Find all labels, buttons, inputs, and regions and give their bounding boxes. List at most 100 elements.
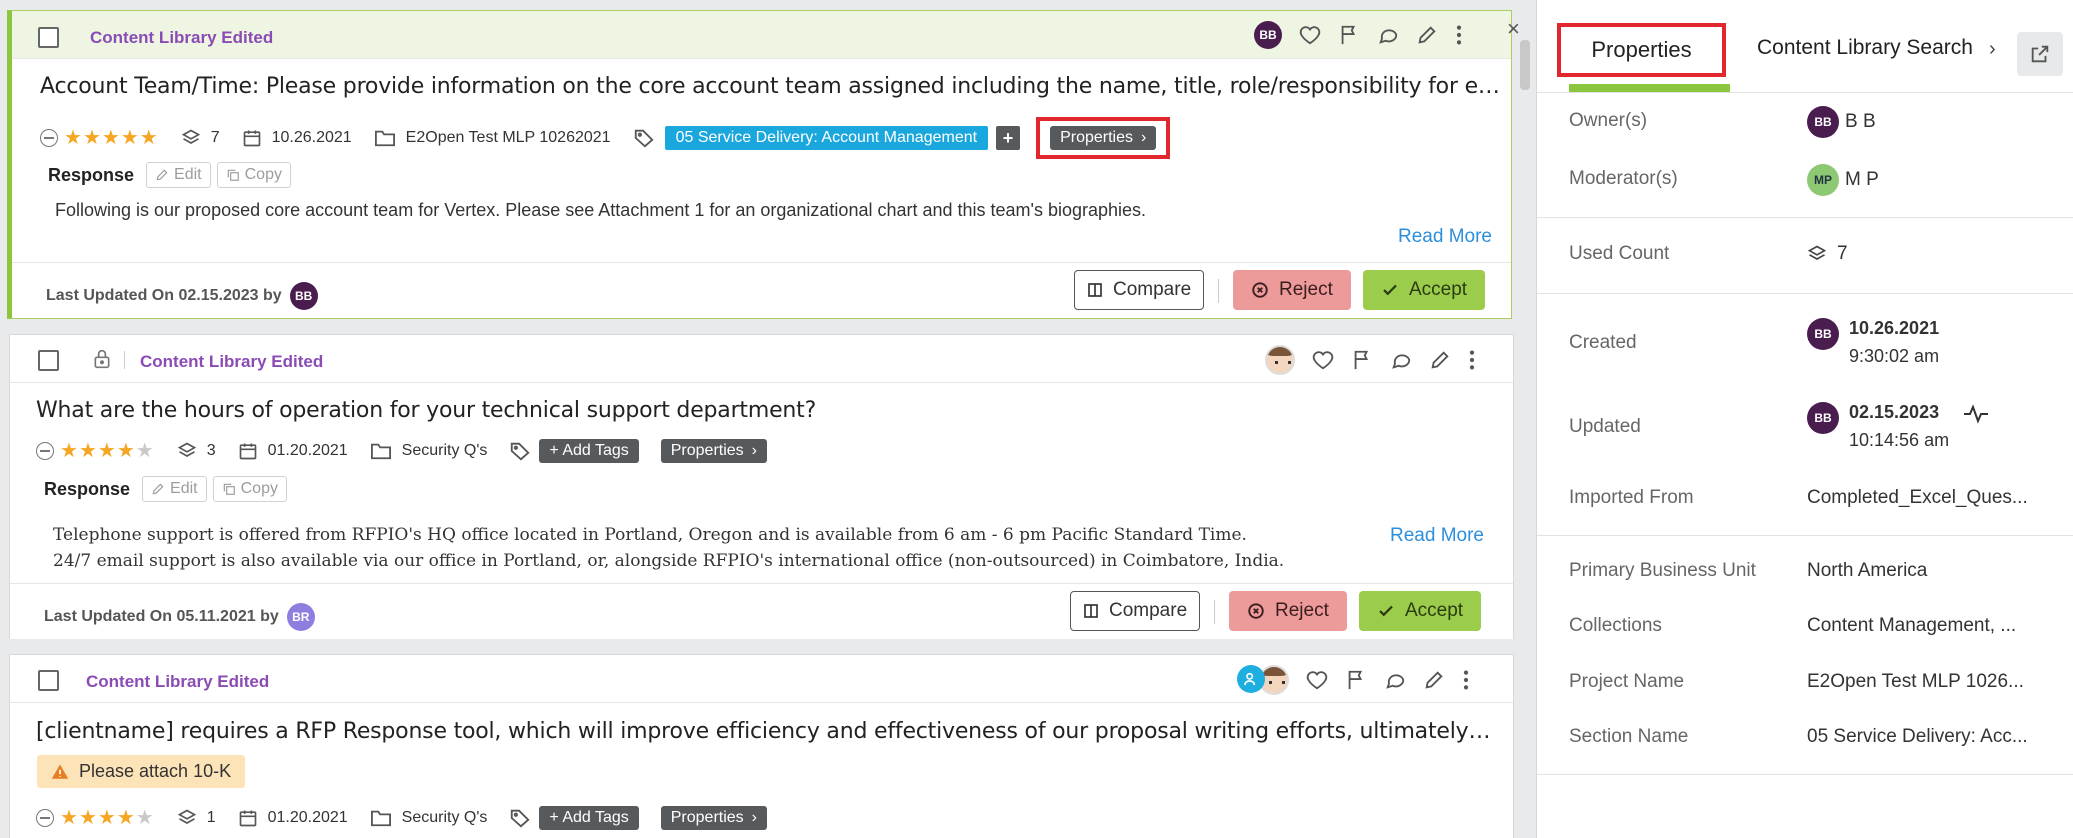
comment-icon[interactable]	[1390, 349, 1412, 371]
question-title[interactable]: What are the hours of operation for your…	[36, 398, 1496, 423]
rating[interactable]: ★ ★ ★ ★ ★	[36, 441, 155, 461]
reject-button[interactable]: Reject	[1233, 270, 1351, 310]
star-icon[interactable]: ★	[140, 128, 158, 148]
select-checkbox[interactable]	[38, 350, 59, 371]
card-header: Content Library Edited BB	[12, 11, 1511, 59]
comment-icon[interactable]	[1384, 669, 1406, 691]
project-folder[interactable]: E2Open Test MLP 10262021	[374, 128, 611, 148]
close-panel-button[interactable]: ×	[1507, 16, 1520, 42]
star-icon[interactable]: ★	[79, 808, 97, 828]
activity-icon[interactable]	[1963, 404, 1989, 424]
prop-value[interactable]: Content Management, ...	[1807, 615, 2043, 637]
heart-icon[interactable]	[1312, 349, 1334, 371]
tab-content-library-search[interactable]: Content Library Search	[1757, 36, 1980, 60]
properties-button[interactable]: Properties ›	[1050, 126, 1157, 150]
tab-properties[interactable]: Properties	[1557, 23, 1726, 77]
edit-button[interactable]: Edit	[142, 476, 207, 502]
star-icon[interactable]: ★	[64, 128, 82, 148]
comment-icon[interactable]	[1377, 24, 1399, 46]
x-circle-icon	[1248, 603, 1264, 619]
chevron-right-icon: ›	[1140, 129, 1147, 146]
user-avatar-group[interactable]	[1237, 665, 1289, 695]
content-card-1[interactable]: Content Library Edited BB Account Team/T…	[7, 10, 1512, 319]
add-tags-button[interactable]: + Add Tags	[539, 806, 639, 830]
star-icon[interactable]: ★	[98, 441, 116, 461]
flag-icon[interactable]	[1338, 24, 1360, 46]
edit-button[interactable]: Edit	[146, 162, 211, 188]
flag-icon[interactable]	[1351, 349, 1373, 371]
star-icon[interactable]: ★	[117, 441, 135, 461]
project-folder[interactable]: Security Q's	[370, 441, 487, 461]
more-vertical-icon[interactable]	[1455, 24, 1463, 46]
rating[interactable]: ★ ★ ★ ★ ★	[40, 128, 159, 148]
lock-icon	[92, 348, 112, 370]
read-more-link[interactable]: Read More	[1390, 525, 1484, 547]
minus-circle-icon[interactable]	[40, 129, 58, 147]
question-title[interactable]: Account Team/Time: Please provide inform…	[40, 74, 1500, 99]
star-icon[interactable]: ★	[83, 128, 101, 148]
creator-avatar: BB	[1807, 318, 1839, 350]
accept-button[interactable]: Accept	[1363, 270, 1486, 310]
response-text: Telephone support is offered from RFPIO'…	[53, 522, 1284, 574]
more-vertical-icon[interactable]	[1462, 669, 1470, 691]
pencil-icon[interactable]	[1416, 24, 1438, 46]
add-tags-button[interactable]: + Add Tags	[539, 439, 639, 463]
prop-value[interactable]: 05 Service Delivery: Acc...	[1807, 726, 2043, 748]
read-more-link[interactable]: Read More	[1398, 226, 1492, 248]
content-card-2[interactable]: Content Library Edited What are the hour…	[9, 334, 1514, 639]
add-tag-button[interactable]: +	[996, 126, 1021, 150]
star-icon[interactable]: ★	[136, 808, 154, 828]
prop-value[interactable]: MP M P	[1807, 164, 2043, 196]
calendar-icon	[239, 810, 256, 827]
accept-button[interactable]: Accept	[1359, 591, 1482, 631]
minus-circle-icon[interactable]	[36, 442, 54, 460]
star-icon[interactable]: ★	[60, 808, 78, 828]
star-icon[interactable]: ★	[102, 128, 120, 148]
calendar-icon	[239, 443, 256, 460]
pencil-icon[interactable]	[1429, 349, 1451, 371]
star-icon[interactable]: ★	[136, 441, 154, 461]
star-icon[interactable]: ★	[117, 808, 135, 828]
properties-button[interactable]: Properties ›	[660, 439, 767, 463]
layers-icon	[177, 442, 196, 457]
minus-circle-icon[interactable]	[36, 809, 54, 827]
prop-value[interactable]: BB B B	[1807, 106, 2043, 138]
star-icon[interactable]: ★	[98, 808, 116, 828]
copy-button[interactable]: Copy	[216, 162, 291, 188]
content-card-3[interactable]: Content Library Edited [clientname] requ…	[9, 654, 1514, 838]
compare-button[interactable]: Compare	[1070, 591, 1201, 631]
chevron-right-icon[interactable]: ›	[1989, 38, 1996, 61]
select-checkbox[interactable]	[38, 670, 59, 691]
updater-avatar[interactable]: BB	[289, 282, 318, 310]
user-avatar[interactable]	[1265, 345, 1295, 375]
copy-button[interactable]: Copy	[212, 476, 287, 502]
layers-icon	[1807, 245, 1827, 260]
tag-chip[interactable]: 05 Service Delivery: Account Management	[664, 126, 989, 150]
divider	[1537, 535, 2073, 536]
project-folder[interactable]: Security Q's	[370, 808, 487, 828]
share-button[interactable]	[2017, 32, 2063, 76]
heart-icon[interactable]	[1306, 669, 1328, 691]
prop-value[interactable]: E2Open Test MLP 1026...	[1807, 671, 2043, 693]
star-icon[interactable]: ★	[121, 128, 139, 148]
rating[interactable]: ★ ★ ★ ★ ★	[36, 808, 155, 828]
pencil-icon[interactable]	[1423, 669, 1445, 691]
star-icon[interactable]: ★	[60, 441, 78, 461]
owner-avatar[interactable]: BB	[1254, 21, 1282, 49]
divider	[1537, 92, 2073, 93]
chevron-right-icon: ›	[751, 809, 757, 826]
compare-button[interactable]: Compare	[1074, 270, 1205, 310]
heart-icon[interactable]	[1299, 24, 1321, 46]
select-checkbox[interactable]	[38, 27, 59, 48]
tag-icon	[511, 442, 531, 461]
reject-button[interactable]: Reject	[1229, 591, 1347, 631]
more-vertical-icon[interactable]	[1468, 349, 1476, 371]
prop-value[interactable]: Completed_Excel_Ques...	[1807, 487, 2043, 509]
updater-avatar[interactable]: BR	[286, 603, 315, 631]
flag-icon[interactable]	[1345, 669, 1367, 691]
properties-button[interactable]: Properties ›	[660, 806, 767, 830]
star-icon[interactable]: ★	[79, 441, 97, 461]
layers-icon	[177, 809, 196, 824]
scrollbar-thumb[interactable]	[1520, 40, 1530, 90]
question-title[interactable]: [clientname] requires a RFP Response too…	[36, 719, 1496, 744]
